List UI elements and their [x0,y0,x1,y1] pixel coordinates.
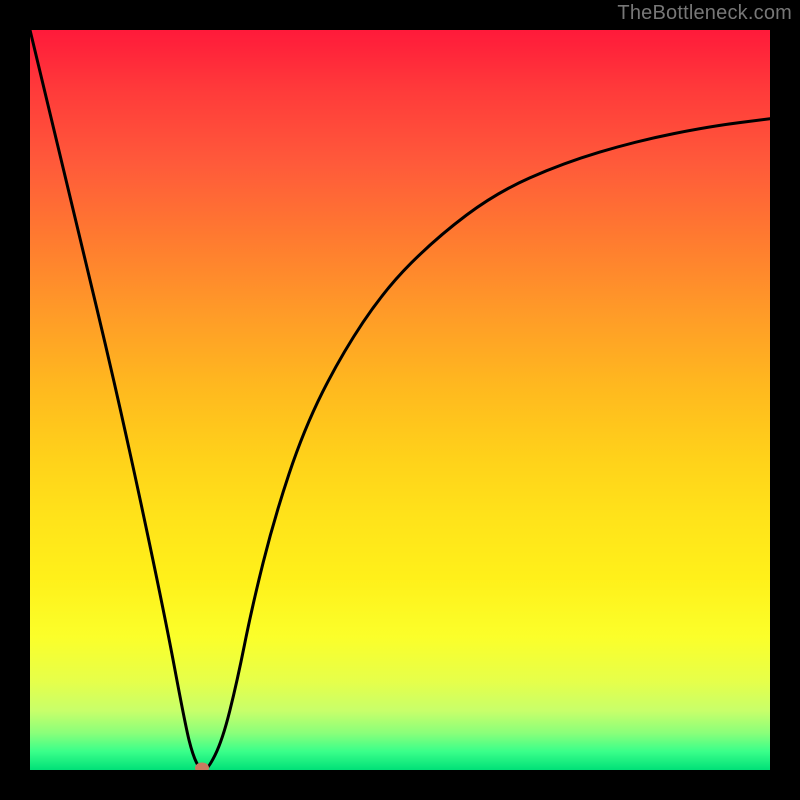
optimal-point-marker [195,762,209,770]
plot-area [30,30,770,770]
bottleneck-curve [30,30,770,770]
watermark-text: TheBottleneck.com [617,2,792,25]
chart-frame: TheBottleneck.com [0,0,800,800]
